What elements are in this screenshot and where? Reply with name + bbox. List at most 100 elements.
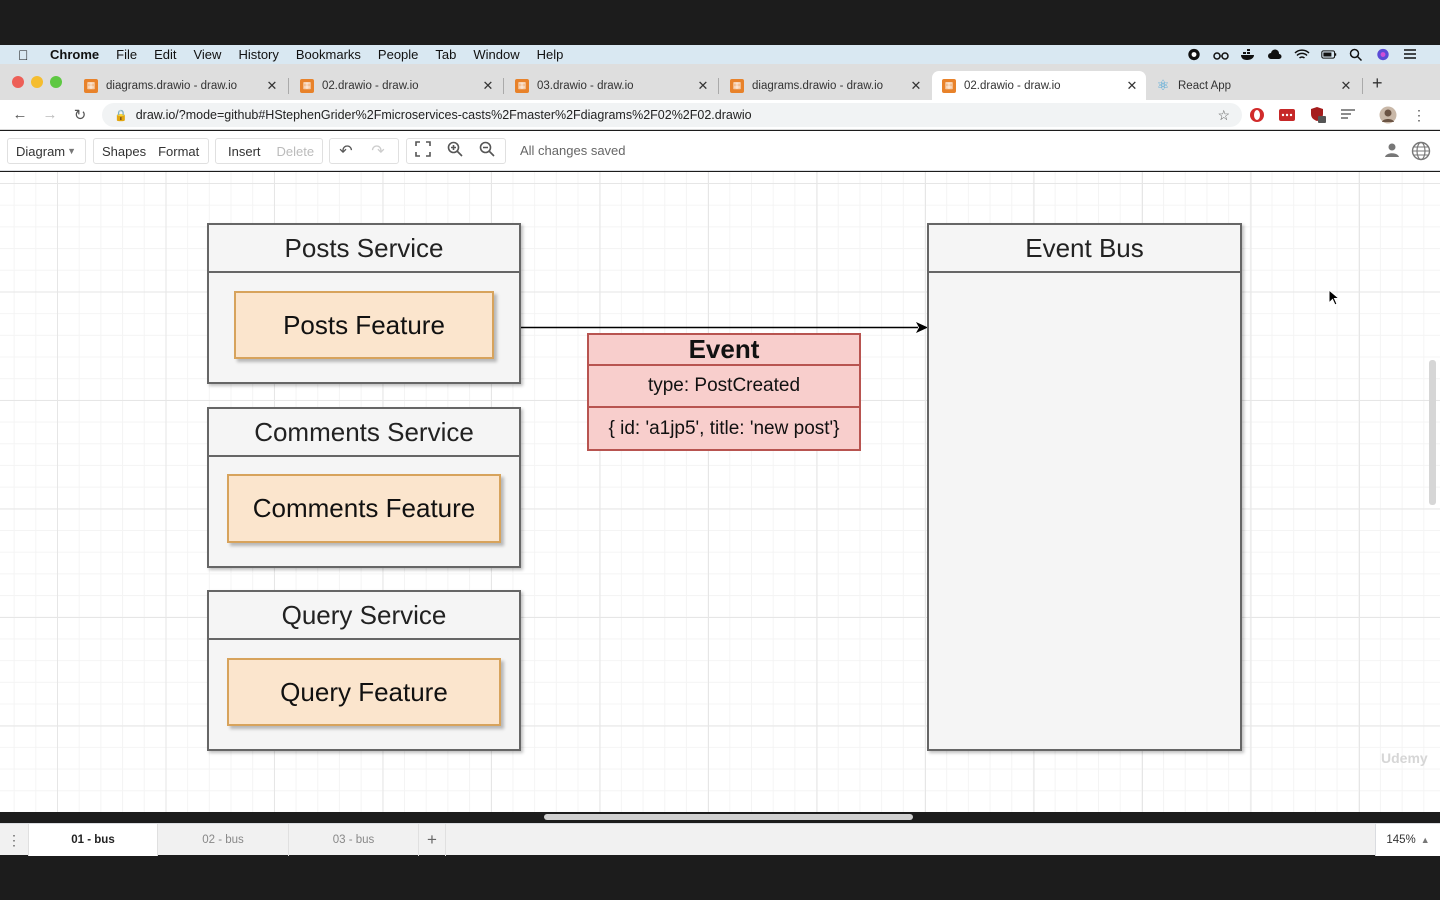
new-tab-icon[interactable]: + <box>1372 73 1390 94</box>
chrome-menu-icon[interactable]: ⋮ <box>1410 106 1428 124</box>
glasses-icon[interactable] <box>1213 48 1229 61</box>
close-window-button[interactable] <box>12 76 24 88</box>
macos-menu-bar:  Chrome File Edit View History Bookmark… <box>0 45 1440 64</box>
zoom-level-dropdown[interactable]: 145% ▲ <box>1375 824 1440 856</box>
close-tab-icon[interactable]: ✕ <box>908 78 924 94</box>
search-icon[interactable] <box>1348 48 1364 61</box>
posts-service-title: Posts Service <box>209 225 519 273</box>
browser-tab-3[interactable]: ▦ 03.drawio - draw.io ✕ <box>505 71 717 100</box>
browser-tab-4[interactable]: ▦ diagrams.drawio - draw.io ✕ <box>720 71 930 100</box>
lock-icon: 🔒 <box>114 109 128 122</box>
back-arrow-icon[interactable]: ← <box>5 106 35 123</box>
menu-history[interactable]: History <box>238 47 278 62</box>
tab-label: diagrams.drawio - draw.io <box>106 79 238 92</box>
undo-icon[interactable]: ↶ <box>330 141 362 161</box>
fullscreen-icon[interactable] <box>407 140 439 162</box>
cloud-icon[interactable] <box>1267 48 1283 61</box>
opera-extension-icon[interactable] <box>1248 106 1266 124</box>
notification-list-icon[interactable] <box>1402 48 1418 61</box>
tab-label: 03.drawio - draw.io <box>537 79 634 92</box>
format-button[interactable]: Format <box>154 144 207 159</box>
save-status: All changes saved <box>520 143 626 158</box>
history-group: ↶ ↷ <box>329 138 399 164</box>
event-title: Event <box>589 334 859 366</box>
forward-arrow-icon[interactable]: → <box>35 106 65 123</box>
reader-extension-icon[interactable] <box>1339 106 1357 124</box>
menu-app-name[interactable]: Chrome <box>50 47 99 62</box>
posts-feature-box[interactable]: Posts Feature <box>234 291 494 359</box>
lastpass-extension-icon[interactable] <box>1278 106 1296 124</box>
event-bus-container[interactable]: Event Bus <box>927 223 1242 751</box>
menu-edit[interactable]: Edit <box>154 47 176 62</box>
menu-bookmarks[interactable]: Bookmarks <box>296 47 361 62</box>
close-tab-icon[interactable]: ✕ <box>264 78 280 94</box>
mouse-pointer-icon <box>1328 289 1340 306</box>
profile-avatar[interactable] <box>1379 106 1397 124</box>
address-bar-row: ← → ↻ 🔒 draw.io/?mode=github#HStephenGri… <box>0 100 1440 130</box>
add-page-icon[interactable]: + <box>419 824 446 856</box>
browser-tab-6[interactable]: ⚛ React App ✕ <box>1146 71 1360 100</box>
close-tab-icon[interactable]: ✕ <box>695 78 711 94</box>
docker-icon[interactable] <box>1240 48 1256 61</box>
insert-button[interactable]: Insert <box>216 144 269 159</box>
close-tab-icon[interactable]: ✕ <box>1124 78 1140 94</box>
minimize-window-button[interactable] <box>31 76 43 88</box>
pages-menu-icon[interactable]: ⋮ <box>0 824 29 856</box>
menu-people[interactable]: People <box>378 47 418 62</box>
tab-divider <box>718 78 719 94</box>
vertical-scrollbar[interactable] <box>1429 360 1436 505</box>
page-tab-3[interactable]: 03 - bus <box>289 824 419 856</box>
drawio-favicon-icon: ▦ <box>942 78 956 93</box>
menu-help[interactable]: Help <box>537 47 564 62</box>
reload-icon[interactable]: ↻ <box>65 106 95 124</box>
diagram-canvas[interactable]: Posts Service Posts Feature Comments Ser… <box>0 172 1440 812</box>
query-feature-box[interactable]: Query Feature <box>227 658 501 726</box>
camera-app-icon[interactable] <box>1186 48 1202 61</box>
tab-label: diagrams.drawio - draw.io <box>752 79 884 92</box>
menu-tab[interactable]: Tab <box>435 47 456 62</box>
ublock-extension-icon[interactable] <box>1309 106 1327 124</box>
battery-icon[interactable] <box>1321 48 1337 61</box>
browser-tab-strip: ▦ diagrams.drawio - draw.io ✕ ▦ 02.drawi… <box>0 64 1440 100</box>
view-group <box>406 138 506 164</box>
wifi-icon[interactable] <box>1294 48 1310 61</box>
tab-label: React App <box>1178 79 1232 92</box>
tab-divider <box>288 78 289 94</box>
close-tab-icon[interactable]: ✕ <box>480 78 496 94</box>
comments-service-title: Comments Service <box>209 409 519 457</box>
browser-tab-1[interactable]: ▦ diagrams.drawio - draw.io ✕ <box>74 71 286 100</box>
delete-button[interactable]: Delete <box>269 144 323 159</box>
zoom-out-icon[interactable] <box>471 141 503 162</box>
user-account-icon[interactable] <box>1384 142 1400 163</box>
redo-icon[interactable]: ↷ <box>362 141 394 161</box>
page-tab-1[interactable]: 01 - bus <box>29 824 158 856</box>
diagram-menu[interactable]: Diagram ▼ <box>7 138 86 164</box>
browser-tab-2[interactable]: ▦ 02.drawio - draw.io ✕ <box>290 71 502 100</box>
menu-window[interactable]: Window <box>473 47 519 62</box>
bookmark-star-icon[interactable]: ☆ <box>1217 107 1230 124</box>
language-globe-icon[interactable] <box>1411 141 1431 166</box>
shapes-button[interactable]: Shapes <box>94 144 154 159</box>
zoom-in-icon[interactable] <box>439 141 471 162</box>
comments-feature-box[interactable]: Comments Feature <box>227 474 501 543</box>
react-favicon-icon: ⚛ <box>1156 77 1170 93</box>
zoom-window-button[interactable] <box>50 76 62 88</box>
tab-label: 02.drawio - draw.io <box>964 79 1061 92</box>
siri-icon[interactable] <box>1375 48 1391 61</box>
chevron-down-icon: ▼ <box>67 146 77 156</box>
diagram-menu-label: Diagram <box>16 143 66 159</box>
url-field[interactable]: 🔒 draw.io/?mode=github#HStephenGrider%2F… <box>102 103 1242 127</box>
close-tab-icon[interactable]: ✕ <box>1338 78 1354 94</box>
tab-label: 02.drawio - draw.io <box>322 79 419 92</box>
event-table[interactable]: Event type: PostCreated { id: 'a1jp5', t… <box>587 333 861 451</box>
drawio-favicon-icon: ▦ <box>730 78 744 93</box>
browser-tab-5-active[interactable]: ▦ 02.drawio - draw.io ✕ <box>932 71 1146 100</box>
horizontal-scrollbar[interactable] <box>544 814 913 820</box>
menu-view[interactable]: View <box>193 47 221 62</box>
menu-file[interactable]: File <box>116 47 137 62</box>
event-payload-row: { id: 'a1jp5', title: 'new post'} <box>608 417 840 439</box>
status-icons <box>1186 48 1418 61</box>
apple-icon[interactable]:  <box>18 47 34 63</box>
page-tabs-bar: ⋮ 01 - bus 02 - bus 03 - bus + 145% ▲ <box>0 823 1440 856</box>
page-tab-2[interactable]: 02 - bus <box>158 824 289 856</box>
